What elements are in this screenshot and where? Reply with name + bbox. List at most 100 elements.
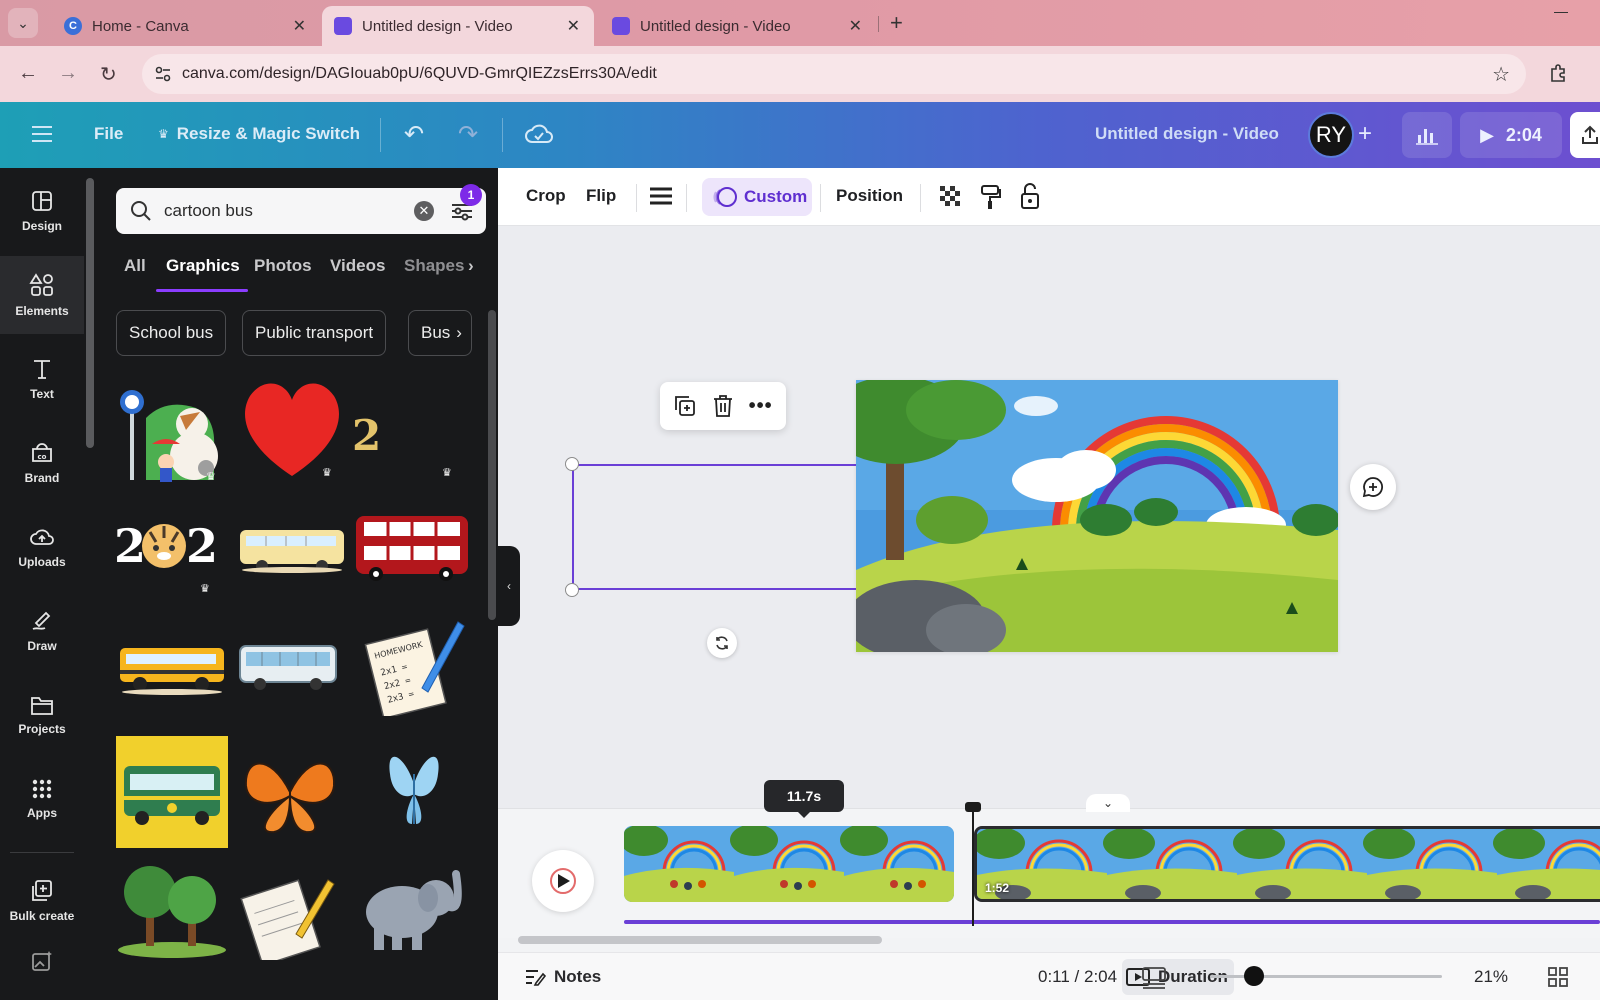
playhead-line[interactable] [972, 808, 974, 926]
forward-arrow-icon[interactable]: → [58, 62, 78, 85]
tab-videos[interactable]: Videos [330, 256, 385, 276]
grid-view-toggle-icon[interactable] [1142, 967, 1166, 989]
monarch-butterfly-graphic[interactable] [240, 748, 340, 836]
collapse-panel-handle[interactable]: ‹ [498, 546, 520, 626]
timeline-clip-2[interactable]: 1:52 [974, 826, 1600, 902]
clear-search-icon[interactable]: ✕ [414, 201, 434, 221]
menu-hamburger-icon[interactable] [32, 126, 52, 147]
tab-home-canva[interactable]: C Home - Canva ✕ [52, 6, 320, 46]
rotate-handle[interactable] [707, 628, 737, 658]
search-input[interactable]: cartoon bus ✕ 1 [116, 184, 486, 234]
rail-item-apps[interactable]: Apps [0, 760, 84, 838]
yellow-bus-graphic[interactable] [236, 524, 348, 574]
tab-photos[interactable]: Photos [254, 256, 312, 276]
transparency-icon[interactable] [940, 186, 962, 208]
rail-scrollbar[interactable] [86, 178, 94, 448]
trees-graphic[interactable] [116, 862, 228, 958]
rail-item-elements[interactable]: Elements [0, 256, 84, 334]
redo-icon[interactable]: ↷ [458, 120, 478, 149]
number-two-graphic[interactable]: 2 [350, 410, 380, 456]
play-preview-button[interactable]: ▶ 2:04 [1460, 112, 1562, 158]
timeline-horizontal-scrollbar[interactable] [518, 936, 882, 944]
new-tab-button[interactable]: + [890, 10, 903, 36]
papers-pencil-graphic[interactable] [236, 870, 340, 960]
tabs-next-chevron-icon[interactable]: › [468, 256, 474, 276]
blue-butterfly-graphic[interactable] [384, 744, 444, 828]
school-bus-graphic[interactable] [116, 642, 228, 698]
tab-search-button[interactable]: ⌄ [8, 8, 38, 38]
trash-icon[interactable] [712, 394, 734, 418]
rail-item-uploads[interactable]: Uploads [0, 508, 84, 586]
share-button[interactable] [1570, 112, 1600, 158]
header-divider [502, 118, 503, 152]
cloud-saved-icon[interactable] [524, 122, 554, 146]
resize-handle-top-left[interactable] [565, 457, 579, 471]
premium-crown-icon: ♛ [200, 583, 210, 595]
selected-empty-element[interactable] [572, 464, 876, 590]
custom-animation-button[interactable]: Custom [702, 178, 812, 216]
flip-button[interactable]: Flip [586, 186, 616, 206]
duplicate-icon[interactable] [673, 394, 697, 418]
results-scrollbar[interactable] [486, 292, 498, 992]
resize-handle-bottom-left[interactable] [565, 583, 579, 597]
green-bus-card-graphic[interactable] [116, 736, 228, 848]
tab-divider [878, 16, 879, 32]
editor-header: File ♛ Resize & Magic Switch ↶ ↷ Untitle… [0, 102, 1600, 168]
user-avatar[interactable]: RY [1308, 112, 1354, 158]
resize-magic-switch-button[interactable]: ♛ Resize & Magic Switch [158, 124, 360, 144]
close-tab-icon[interactable]: ✕ [849, 16, 862, 36]
design-title[interactable]: Untitled design - Video [1095, 124, 1279, 144]
tab-label: Untitled design - Video [362, 17, 513, 35]
rail-item-draw[interactable]: Draw [0, 592, 84, 670]
url-field[interactable]: canva.com/design/DAGIouab0pU/6QUVD-GmrQI… [142, 54, 1526, 94]
chip-school-bus[interactable]: School bus [116, 310, 227, 356]
crop-button[interactable]: Crop [526, 186, 566, 206]
add-comment-button[interactable] [1350, 464, 1396, 510]
more-options-icon[interactable]: ••• [749, 395, 773, 418]
notes-button[interactable]: Notes [524, 967, 601, 987]
back-arrow-icon[interactable]: ← [18, 62, 38, 85]
page-scene-rainbow[interactable] [856, 380, 1338, 652]
tiger-2022-graphic[interactable]: 2 2 [114, 514, 214, 574]
insights-button[interactable] [1402, 112, 1452, 158]
timeline-clip-1[interactable] [624, 826, 954, 902]
tab-all[interactable]: All [124, 256, 146, 276]
chip-public-transport[interactable]: Public transport [242, 310, 387, 356]
border-style-icon[interactable] [650, 186, 672, 206]
rail-item-projects[interactable]: Projects [0, 676, 84, 754]
close-tab-icon[interactable]: ✕ [293, 16, 306, 36]
timeline-play-button[interactable] [532, 850, 594, 912]
site-settings-icon[interactable] [154, 65, 172, 83]
minimize-window-icon[interactable] [1554, 12, 1568, 13]
file-menu-button[interactable]: File [94, 124, 123, 144]
pages-grid-icon[interactable] [1548, 967, 1568, 987]
close-tab-icon[interactable]: ✕ [567, 16, 580, 36]
zoom-percentage[interactable]: 21% [1474, 967, 1508, 987]
tab-shapes[interactable]: Shapes [404, 256, 464, 276]
collapse-timeline-chevron-icon[interactable]: ⌄ [1086, 794, 1130, 812]
zoom-slider-knob[interactable] [1244, 966, 1264, 986]
clip-duration-label: 1:52 [985, 881, 1010, 895]
red-double-decker-bus-graphic[interactable] [354, 512, 470, 584]
copy-style-paint-roller-icon[interactable] [980, 184, 1002, 210]
reload-icon[interactable]: ↻ [100, 62, 117, 87]
elephant-graphic[interactable] [356, 868, 464, 952]
chip-bus[interactable]: Bus › [408, 310, 472, 356]
tab-graphics[interactable]: Graphics [166, 256, 240, 276]
bookmark-star-icon[interactable]: ☆ [1492, 62, 1510, 87]
lock-icon[interactable] [1020, 182, 1040, 210]
tab-untitled-video-active[interactable]: Untitled design - Video ✕ [322, 6, 594, 46]
rail-item-text[interactable]: Text [0, 340, 84, 418]
chips-next-chevron-icon[interactable]: › [456, 323, 462, 343]
undo-icon[interactable]: ↶ [404, 120, 424, 149]
invite-plus-icon[interactable]: + [1358, 120, 1372, 148]
rail-item-design[interactable]: Design [0, 172, 84, 250]
rail-item-brand[interactable]: co Brand [0, 424, 84, 502]
homework-note-graphic[interactable]: HOMEWORK 2x1 = 2x2 = 2x3 = [362, 616, 466, 716]
position-button[interactable]: Position [836, 186, 903, 206]
tab-untitled-video[interactable]: Untitled design - Video ✕ [600, 6, 876, 46]
rail-item-bulk-create[interactable]: Bulk create [0, 862, 84, 940]
rail-item-magic[interactable] [0, 938, 84, 990]
extensions-puzzle-icon[interactable] [1548, 62, 1570, 84]
city-bus-graphic[interactable] [238, 642, 338, 692]
